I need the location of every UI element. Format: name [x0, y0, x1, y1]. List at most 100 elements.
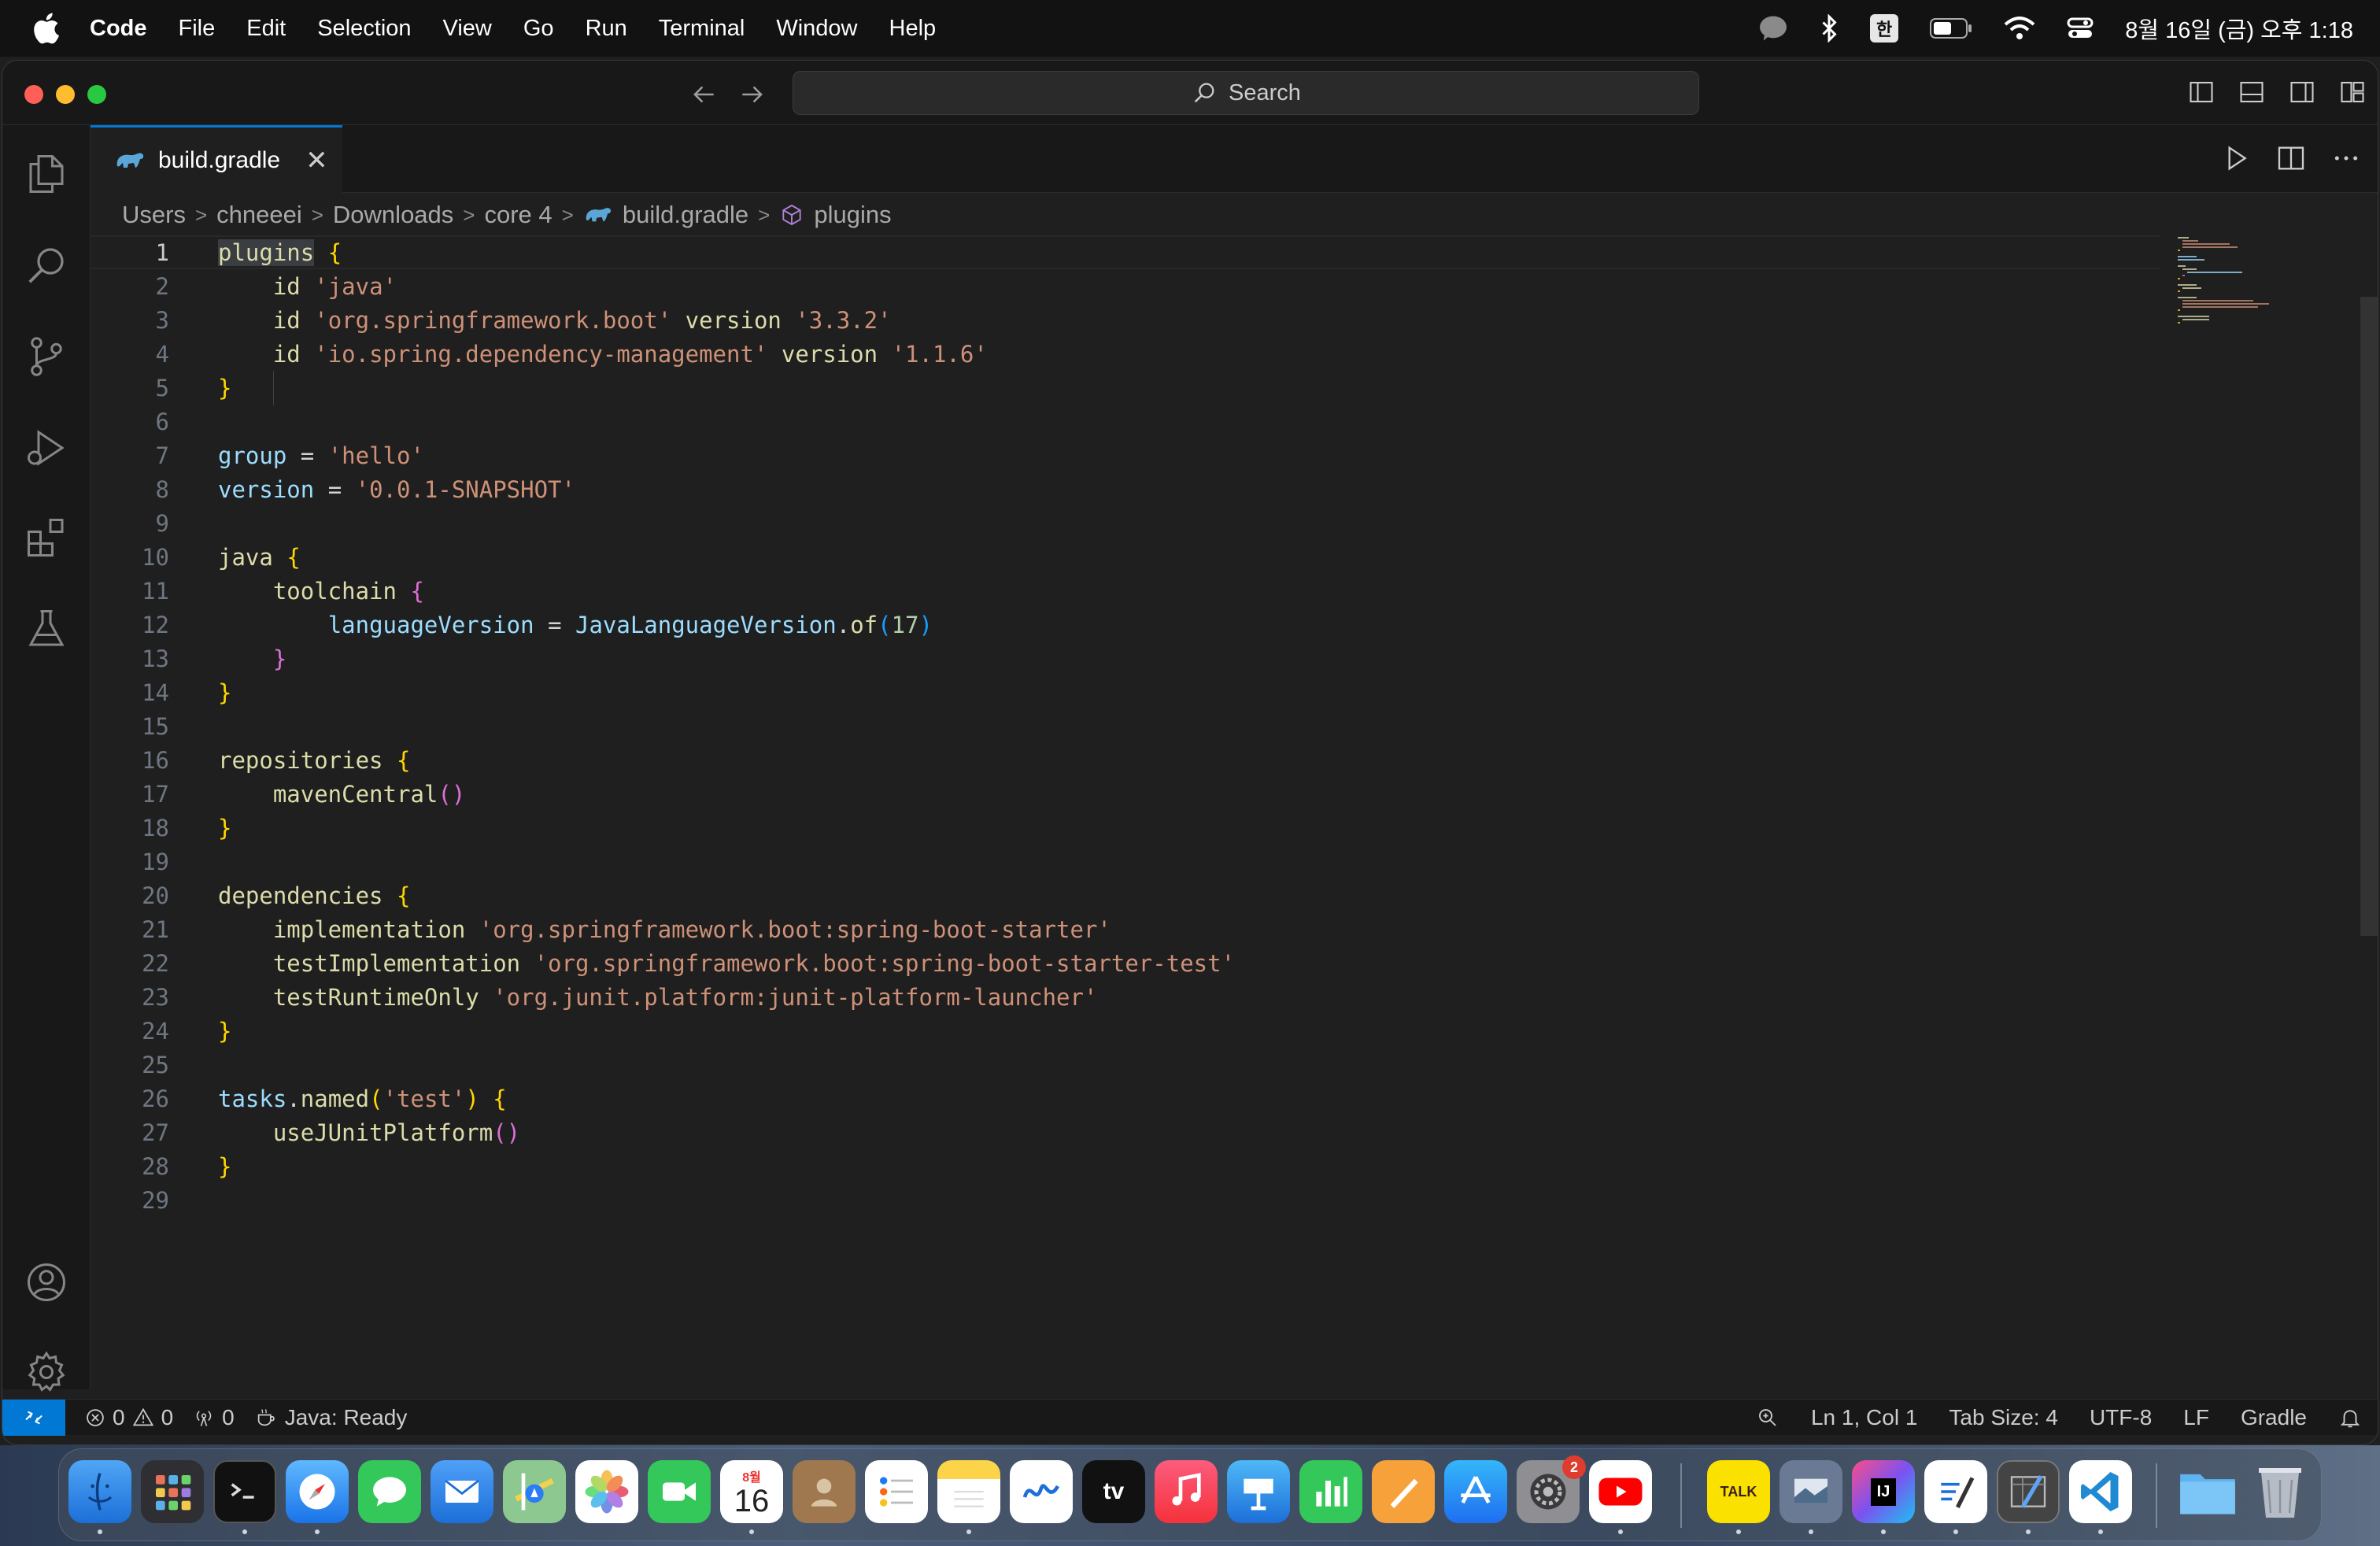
menu-file[interactable]: File	[179, 16, 216, 42]
toggle-secondary-sidebar-icon[interactable]	[2288, 78, 2316, 106]
breadcrumb-chneeei[interactable]: chneeei	[216, 201, 302, 229]
code-line-23[interactable]: 23 testRuntimeOnly 'org.junit.platform:j…	[91, 980, 2160, 1014]
input-method-indicator[interactable]: 한	[1869, 14, 1899, 43]
code-line-26[interactable]: 26 tasks.named('test') {	[91, 1082, 2160, 1115]
ports-indicator[interactable]: 0	[192, 1405, 235, 1430]
split-editor-icon[interactable]	[2275, 142, 2307, 174]
battery-icon[interactable]	[1930, 17, 1972, 39]
run-and-debug-icon[interactable]	[23, 424, 70, 472]
customize-layout-icon[interactable]	[2338, 78, 2367, 106]
code-line-15[interactable]: 15	[91, 709, 2160, 743]
dock-contacts[interactable]	[793, 1460, 856, 1523]
code-editor[interactable]: 1 plugins { 2 id 'java' 3 id 'org.spring…	[91, 235, 2160, 1389]
dock-music[interactable]	[1155, 1460, 1218, 1523]
dock-app-store[interactable]	[1444, 1460, 1507, 1523]
toggle-panel-icon[interactable]	[2238, 78, 2266, 106]
wifi-icon[interactable]	[2004, 17, 2035, 40]
code-line-16[interactable]: 16 repositories {	[91, 743, 2160, 777]
dock-messages[interactable]	[358, 1460, 421, 1523]
language-mode-indicator[interactable]: Gradle	[2241, 1405, 2307, 1430]
dock-downloads-folder[interactable]	[2176, 1460, 2239, 1523]
code-line-11[interactable]: 11 toolchain {	[91, 574, 2160, 608]
code-line-1[interactable]: 1 plugins {	[91, 235, 2160, 269]
testing-flask-icon[interactable]	[23, 605, 70, 653]
code-line-17[interactable]: 17 mavenCentral()	[91, 777, 2160, 811]
code-line-29[interactable]: 29	[91, 1183, 2160, 1217]
apple-logo-icon[interactable]	[30, 10, 66, 46]
accounts-icon[interactable]	[23, 1259, 70, 1306]
dock-notes[interactable]	[937, 1460, 1000, 1523]
bluetooth-icon[interactable]	[1820, 14, 1839, 43]
window-maximize-button[interactable]	[87, 85, 106, 104]
dock-reminders[interactable]	[865, 1460, 928, 1523]
code-line-4[interactable]: 4 id 'io.spring.dependency-management' v…	[91, 337, 2160, 371]
code-line-8[interactable]: 8 version = '0.0.1-SNAPSHOT'	[91, 472, 2160, 506]
dock-terminal[interactable]	[213, 1460, 276, 1523]
dock-script-editor[interactable]	[1997, 1460, 2060, 1523]
code-line-2[interactable]: 2 id 'java'	[91, 269, 2160, 303]
breadcrumb-downloads[interactable]: Downloads	[333, 201, 453, 229]
extensions-icon[interactable]	[23, 514, 70, 561]
dock-trash[interactable]	[2249, 1460, 2312, 1523]
code-line-22[interactable]: 22 testImplementation 'org.springframewo…	[91, 946, 2160, 980]
control-center-icon[interactable]	[2067, 15, 2094, 42]
minimap[interactable]	[2176, 235, 2362, 393]
menu-go[interactable]: Go	[523, 16, 554, 42]
code-line-12[interactable]: 12 languageVersion = JavaLanguageVersion…	[91, 608, 2160, 642]
dock-kakaotalk[interactable]: TALK	[1707, 1460, 1770, 1523]
code-line-6[interactable]: 6	[91, 405, 2160, 438]
dock-pages[interactable]	[1372, 1460, 1435, 1523]
dock-numbers[interactable]	[1299, 1460, 1362, 1523]
code-line-28[interactable]: 28 }	[91, 1149, 2160, 1183]
code-line-3[interactable]: 3 id 'org.springframework.boot' version …	[91, 303, 2160, 337]
tab-close-icon[interactable]: ✕	[305, 145, 328, 176]
dock-text-editor[interactable]	[1924, 1460, 1987, 1523]
code-line-10[interactable]: 10 java {	[91, 540, 2160, 574]
dock-maps[interactable]	[503, 1460, 566, 1523]
code-line-21[interactable]: 21 implementation 'org.springframework.b…	[91, 912, 2160, 946]
arrow-right-icon[interactable]	[737, 80, 767, 109]
dock-intellij[interactable]: IJ	[1852, 1460, 1915, 1523]
dock-vscode[interactable]	[2069, 1460, 2132, 1523]
dock-apple-tv[interactable]: tv	[1082, 1460, 1145, 1523]
command-center-search[interactable]: Search	[793, 71, 1699, 115]
window-close-button[interactable]	[24, 85, 43, 104]
menu-window[interactable]: Window	[776, 16, 857, 42]
dock-safari[interactable]	[286, 1460, 349, 1523]
breadcrumb-core4[interactable]: core 4	[484, 201, 552, 229]
run-code-play-icon[interactable]	[2220, 142, 2252, 174]
toggle-primary-sidebar-icon[interactable]	[2187, 78, 2216, 106]
search-sidebar-icon[interactable]	[23, 242, 70, 289]
source-control-icon[interactable]	[23, 333, 70, 380]
dock-keynote[interactable]	[1227, 1460, 1290, 1523]
tab-size-indicator[interactable]: Tab Size: 4	[1949, 1405, 2058, 1430]
eol-indicator[interactable]: LF	[2183, 1405, 2209, 1430]
dock-freeform[interactable]	[1010, 1460, 1073, 1523]
chat-bubble-icon[interactable]	[1758, 15, 1788, 42]
dock-facetime[interactable]	[648, 1460, 711, 1523]
code-line-24[interactable]: 24 }	[91, 1014, 2160, 1048]
encoding-indicator[interactable]: UTF-8	[2090, 1405, 2152, 1430]
code-line-20[interactable]: 20 dependencies {	[91, 878, 2160, 912]
breadcrumb-plugins[interactable]: plugins	[814, 201, 891, 229]
dock-finder[interactable]	[68, 1460, 131, 1523]
explorer-icon[interactable]	[23, 150, 70, 198]
settings-gear-icon[interactable]	[23, 1348, 70, 1396]
problems-indicator[interactable]: 0 0	[84, 1405, 173, 1430]
code-line-13[interactable]: 13 }	[91, 642, 2160, 675]
menu-terminal[interactable]: Terminal	[659, 16, 745, 42]
code-line-18[interactable]: 18 }	[91, 811, 2160, 845]
dock-photos[interactable]	[575, 1460, 638, 1523]
breadcrumb-build-gradle[interactable]: build.gradle	[623, 201, 748, 229]
code-line-9[interactable]: 9	[91, 506, 2160, 540]
cursor-position[interactable]: Ln 1, Col 1	[1811, 1405, 1917, 1430]
vertical-scrollbar[interactable]	[2360, 297, 2378, 936]
code-line-25[interactable]: 25	[91, 1048, 2160, 1082]
window-minimize-button[interactable]	[56, 85, 75, 104]
dock-preview[interactable]	[1779, 1460, 1842, 1523]
dock-mail[interactable]	[431, 1460, 493, 1523]
code-line-14[interactable]: 14 }	[91, 675, 2160, 709]
code-line-5[interactable]: 5 }	[91, 371, 2160, 405]
menu-app-name[interactable]: Code	[90, 16, 147, 42]
arrow-left-icon[interactable]	[689, 80, 719, 109]
